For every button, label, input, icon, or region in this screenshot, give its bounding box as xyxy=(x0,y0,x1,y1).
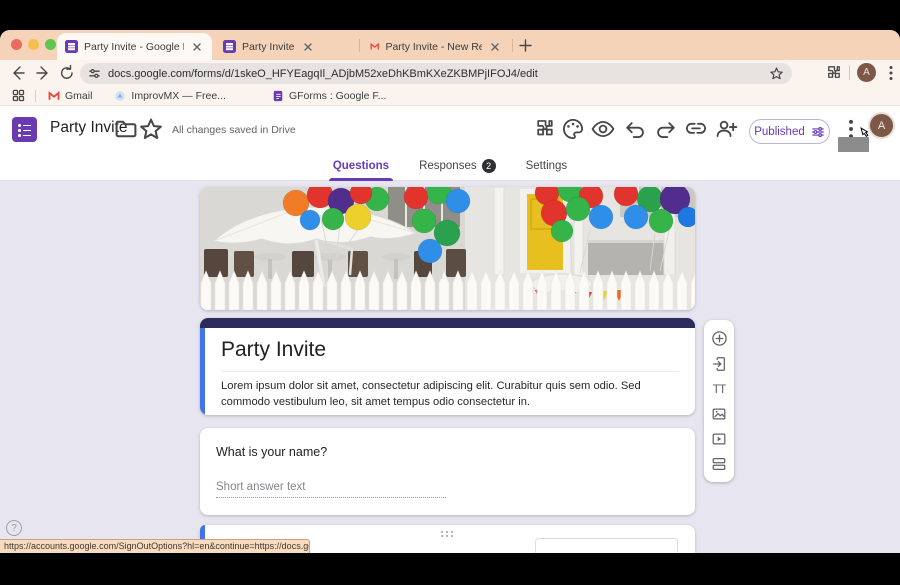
add-question-icon xyxy=(711,330,728,347)
browser-toolbar: docs.google.com/forms/d/1skeO_HFYEagqIl_… xyxy=(0,60,900,86)
import-questions-icon xyxy=(711,356,727,372)
form-title-card[interactable]: Party Invite Lorem ipsum dolor sit amet,… xyxy=(200,318,695,415)
preview-eye-icon[interactable] xyxy=(590,116,616,142)
gforms-icon xyxy=(272,90,284,102)
publish-settings-tune-icon xyxy=(811,125,825,139)
responses-count-badge: 2 xyxy=(482,159,496,173)
star-icon[interactable] xyxy=(138,116,164,142)
form-title-field[interactable]: Party Invite xyxy=(221,338,679,362)
help-glyph: ? xyxy=(11,523,17,534)
bookmark-star-icon[interactable] xyxy=(769,66,784,81)
tab-questions-label: Questions xyxy=(333,160,389,172)
bookmark-gmail[interactable]: Gmail xyxy=(48,90,92,102)
add-section-icon xyxy=(711,456,727,472)
browser-window: Party Invite - Google Forms Party Invite… xyxy=(0,30,900,553)
tab-title: Party Invite - Google Forms xyxy=(84,41,184,53)
tab-responses[interactable]: Responses 2 xyxy=(419,152,496,181)
tab-responses-label: Responses xyxy=(419,160,477,172)
undo-icon[interactable] xyxy=(622,116,648,142)
form-nav: Questions Responses 2 Settings xyxy=(0,152,900,181)
apps-grid-icon[interactable] xyxy=(12,89,25,102)
add-collaborators-icon[interactable] xyxy=(713,116,739,142)
add-video-icon xyxy=(711,431,727,447)
site-settings-icon[interactable] xyxy=(88,67,101,80)
tab-settings-label: Settings xyxy=(526,160,568,172)
save-status: All changes saved in Drive xyxy=(172,124,296,136)
forward-icon[interactable] xyxy=(33,63,53,83)
window-zoom-button[interactable] xyxy=(45,39,56,50)
extensions-puzzle-icon[interactable] xyxy=(824,63,844,83)
short-answer-placeholder: Short answer text xyxy=(216,481,446,498)
tab-strip: Party Invite - Google Forms Party Invite… xyxy=(0,30,900,60)
bookmarks-bar: Gmail ImprovMX — Free... GForms : Google… xyxy=(0,86,900,106)
move-folder-icon[interactable] xyxy=(113,116,139,142)
bookmark-label: ImprovMX — Free... xyxy=(131,90,226,102)
close-tab-icon[interactable] xyxy=(488,40,502,54)
question-type-select[interactable] xyxy=(535,538,678,553)
browser-tab-2[interactable]: Party Invite xyxy=(215,33,356,60)
google-forms-favicon xyxy=(223,40,236,53)
forms-header: Party Invite All changes saved in Drive xyxy=(0,106,900,152)
tab-title: Party Invite - New Response xyxy=(385,41,482,53)
help-button[interactable]: ? xyxy=(6,520,22,536)
add-image-button[interactable] xyxy=(710,405,728,423)
address-bar[interactable]: docs.google.com/forms/d/1skeO_HFYEagqIl_… xyxy=(80,63,792,84)
browser-tab-3[interactable]: Party Invite - New Response xyxy=(362,33,510,60)
window-minimize-button[interactable] xyxy=(28,39,39,50)
close-tab-icon[interactable] xyxy=(301,40,315,54)
browser-profile-avatar[interactable]: A xyxy=(857,63,876,82)
customize-theme-palette-icon[interactable] xyxy=(560,116,586,142)
tab-settings[interactable]: Settings xyxy=(526,152,568,181)
google-forms-favicon xyxy=(65,40,78,53)
copy-link-icon[interactable] xyxy=(683,116,709,142)
bookmark-gforms[interactable]: GForms : Google F... xyxy=(272,90,386,102)
url-text: docs.google.com/forms/d/1skeO_HFYEagqIl_… xyxy=(108,68,762,80)
close-tab-icon[interactable] xyxy=(190,40,204,54)
question-title-field[interactable]: What is your name? xyxy=(216,445,679,459)
add-title-icon: TT xyxy=(713,382,726,396)
mouse-cursor xyxy=(856,125,874,143)
tab-questions[interactable]: Questions xyxy=(333,152,389,181)
form-editor-canvas: Party Invite Lorem ipsum dolor sit amet,… xyxy=(0,181,900,553)
window-close-button[interactable] xyxy=(11,39,22,50)
tab-title: Party Invite xyxy=(242,41,295,53)
browser-tab-1[interactable]: Party Invite - Google Forms xyxy=(57,33,212,60)
google-forms-logo[interactable] xyxy=(12,117,37,142)
bookmark-label: Gmail xyxy=(65,90,92,102)
reload-icon[interactable] xyxy=(57,63,77,83)
bookmark-improvmx[interactable]: ImprovMX — Free... xyxy=(114,90,226,102)
add-video-button[interactable] xyxy=(710,430,728,448)
add-title-button[interactable]: TT xyxy=(710,380,728,398)
gmail-favicon xyxy=(370,40,379,53)
link-preview-statusbar: https://accounts.google.com/SignOutOptio… xyxy=(0,539,310,553)
toolbar-separator xyxy=(849,66,850,80)
tab-divider xyxy=(359,39,360,52)
selected-indicator xyxy=(200,328,205,415)
addons-puzzle-icon[interactable] xyxy=(532,116,558,142)
banner-image xyxy=(200,187,695,310)
gmail-icon xyxy=(48,90,60,102)
add-question-button[interactable] xyxy=(710,330,728,348)
back-icon[interactable] xyxy=(8,63,28,83)
redo-icon[interactable] xyxy=(653,116,679,142)
form-description-field[interactable]: Lorem ipsum dolor sit amet, consectetur … xyxy=(221,378,681,410)
bookmark-label: GForms : Google F... xyxy=(289,90,386,102)
add-section-button[interactable] xyxy=(710,455,728,473)
published-button[interactable]: Published xyxy=(749,119,830,144)
drag-handle-icon[interactable] xyxy=(441,531,455,538)
new-tab-button[interactable] xyxy=(517,37,534,54)
published-label: Published xyxy=(754,126,805,138)
add-image-icon xyxy=(711,406,727,422)
question-card[interactable]: What is your name? Short answer text xyxy=(200,428,695,515)
divider xyxy=(221,371,679,372)
bookmarks-divider xyxy=(35,90,36,102)
editor-side-toolbar: TT xyxy=(704,320,734,482)
title-card-theme-band xyxy=(200,318,695,328)
tab-divider xyxy=(512,39,513,52)
browser-menu-icon[interactable] xyxy=(881,63,900,83)
import-questions-button[interactable] xyxy=(710,355,728,373)
form-header-image[interactable] xyxy=(200,187,695,310)
improvmx-icon xyxy=(114,90,126,102)
